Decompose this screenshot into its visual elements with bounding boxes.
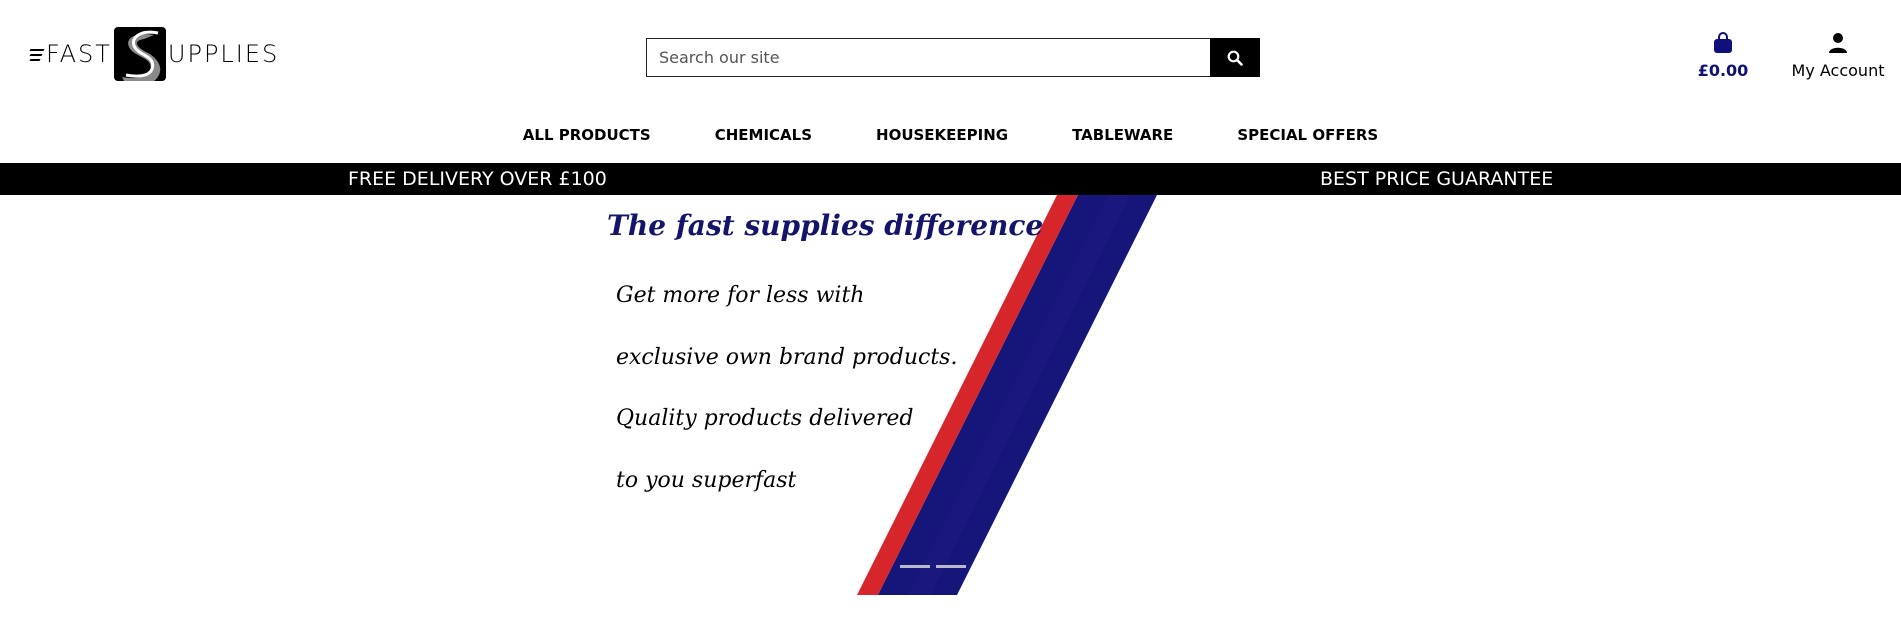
- logo-word-right: UPPLIES: [167, 40, 280, 68]
- hero-line-2: exclusive own brand products.: [616, 345, 958, 370]
- my-account-label: My Account: [1791, 61, 1885, 80]
- user-icon: [1829, 33, 1847, 53]
- hero-line-3: Quality products delivered: [616, 406, 914, 431]
- nav-item-housekeeping[interactable]: HOUSEKEEPING: [844, 122, 1040, 148]
- nav-item-special-offers[interactable]: SPECIAL OFFERS: [1205, 122, 1410, 148]
- hero-banner: The fast supplies difference Get more fo…: [0, 195, 1901, 605]
- search-icon: [1227, 50, 1243, 66]
- slider-indicators: [900, 565, 966, 568]
- slider-dot-1[interactable]: [900, 565, 930, 568]
- nav-item-all-products[interactable]: ALL PRODUCTS: [491, 122, 683, 148]
- shopping-bag-icon: [1714, 32, 1732, 53]
- speed-lines-icon: [29, 49, 45, 61]
- nav-item-chemicals[interactable]: CHEMICALS: [683, 122, 844, 148]
- my-account-link[interactable]: My Account: [1786, 32, 1890, 80]
- hero-line-1: Get more for less with: [616, 283, 865, 308]
- logo-s-mark: [113, 27, 166, 81]
- slider-dot-2[interactable]: [936, 565, 966, 568]
- search-bar: [646, 38, 1260, 77]
- cart-total: £0.00: [1697, 61, 1749, 80]
- promo-best-price: BEST PRICE GUARANTEE: [1320, 168, 1554, 190]
- promo-bar: FREE DELIVERY OVER £100 BEST PRICE GUARA…: [0, 163, 1901, 195]
- cart-button[interactable]: £0.00: [1690, 32, 1756, 80]
- site-logo[interactable]: FAST UPPLIES: [29, 26, 280, 82]
- nav-item-tableware[interactable]: TABLEWARE: [1040, 122, 1205, 148]
- hero-line-4: to you superfast: [616, 468, 797, 493]
- logo-word-left: FAST: [46, 40, 112, 68]
- search-input[interactable]: [646, 38, 1210, 77]
- site-header: FAST UPPLIES £0.00 My Account: [0, 0, 1901, 112]
- hero-diagonal-stripes: [857, 195, 1157, 595]
- search-button[interactable]: [1210, 38, 1260, 77]
- promo-free-delivery: FREE DELIVERY OVER £100: [348, 168, 607, 190]
- hero-title: The fast supplies difference: [607, 209, 1044, 242]
- main-nav: ALL PRODUCTS CHEMICALS HOUSEKEEPING TABL…: [0, 122, 1901, 148]
